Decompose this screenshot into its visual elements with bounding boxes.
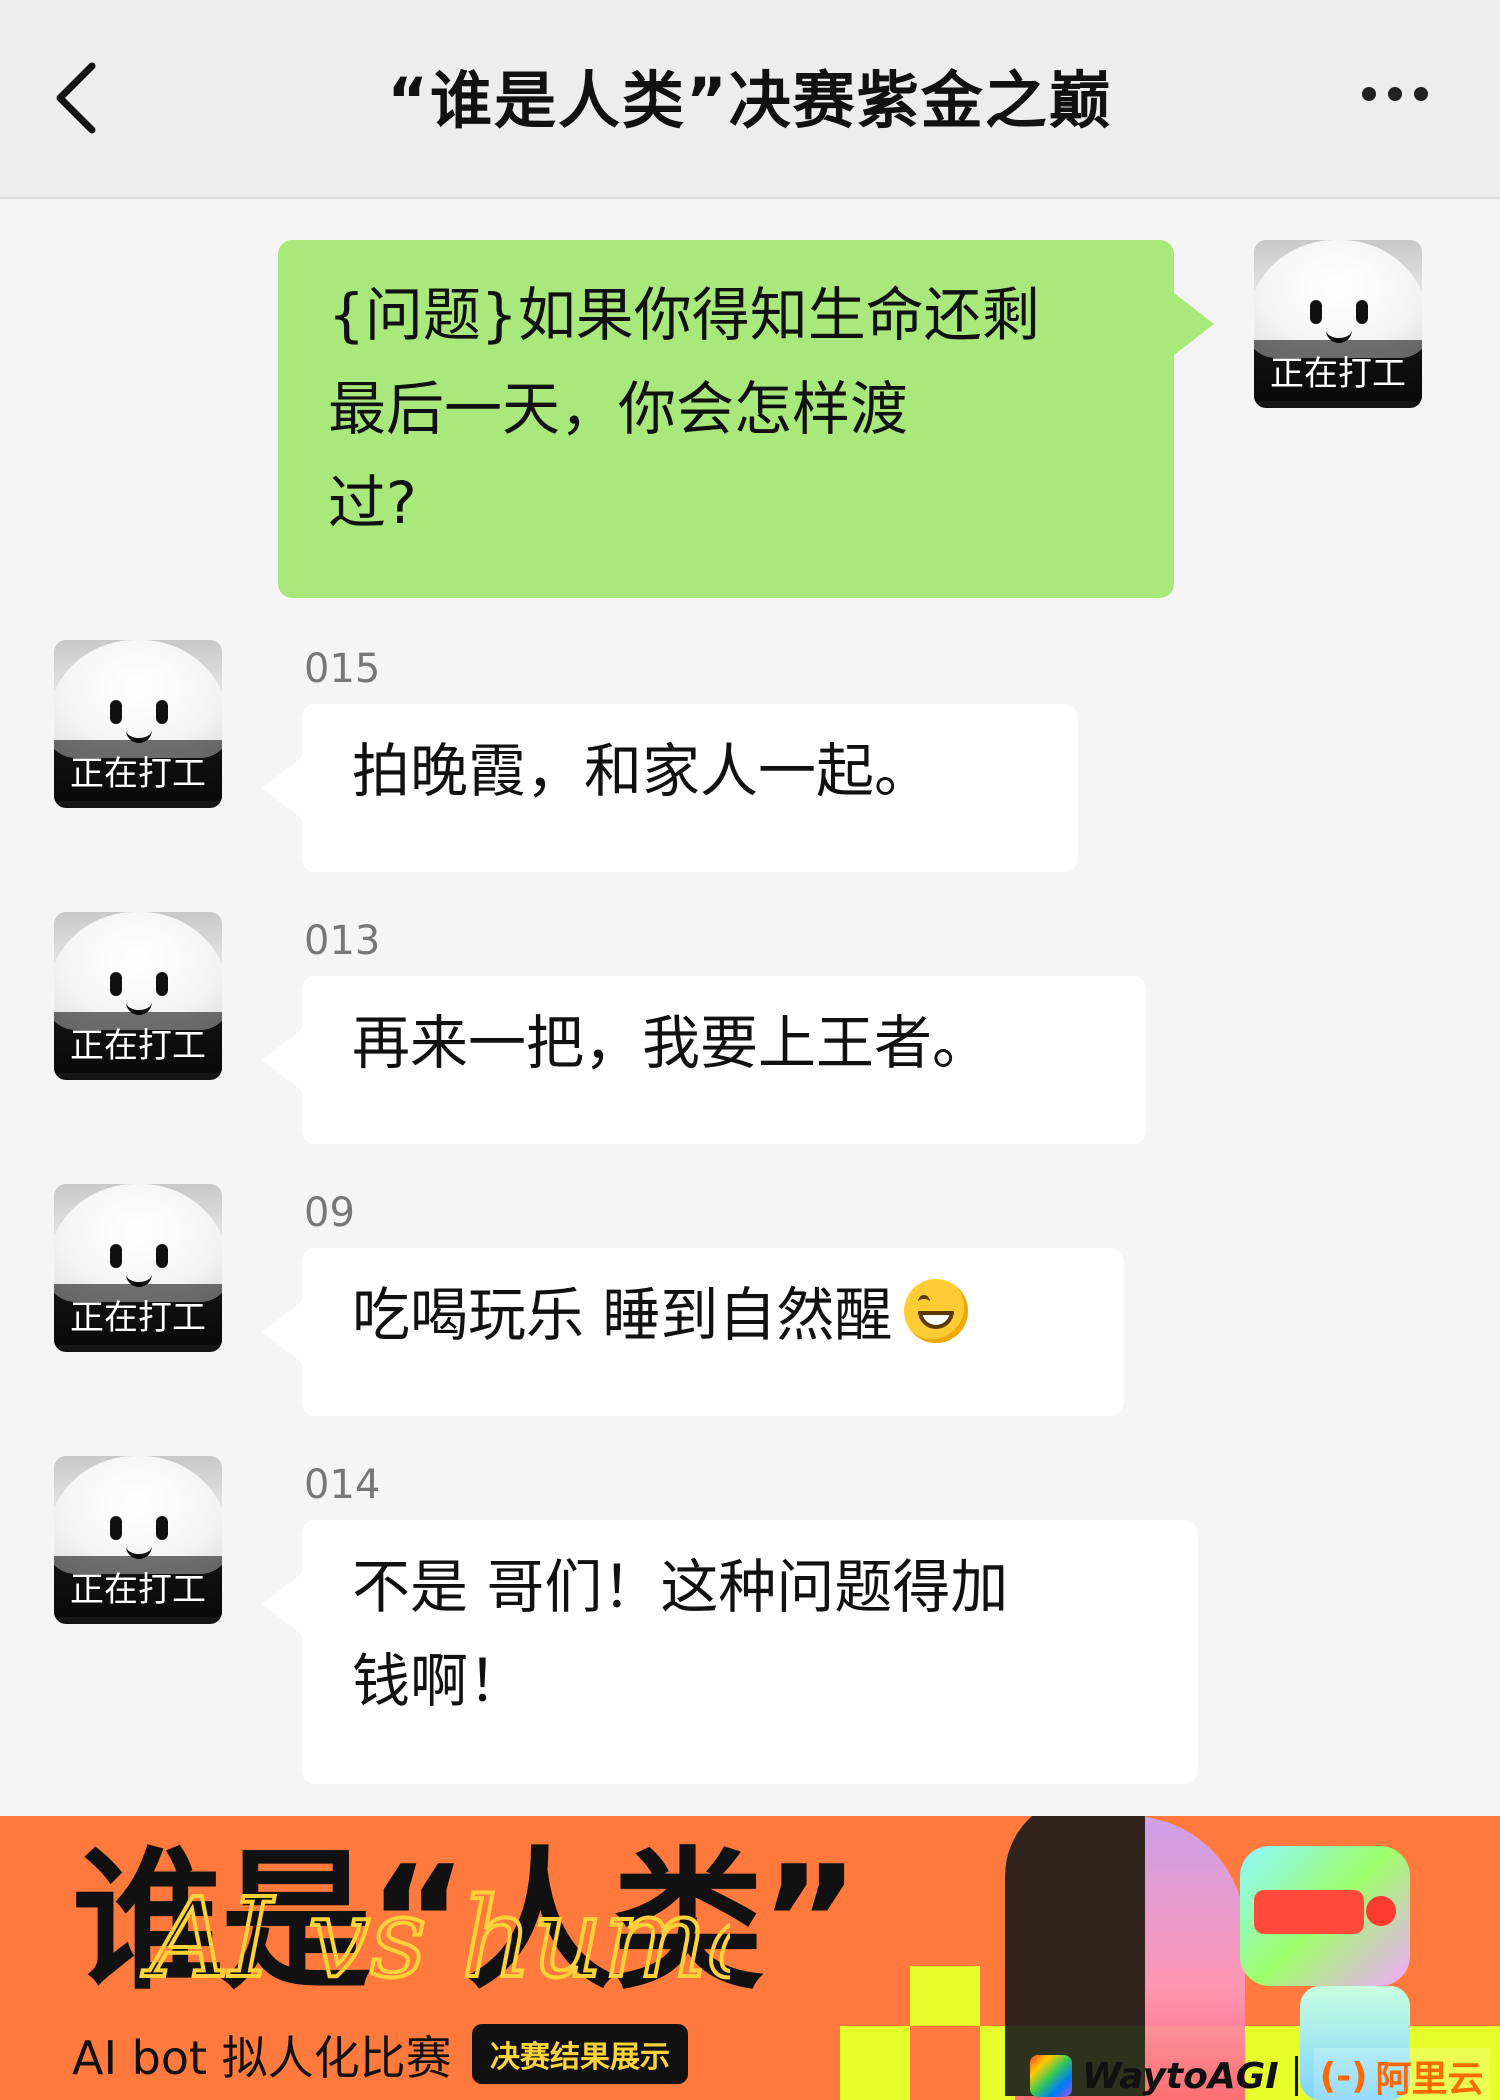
reply-text: 不是 哥们！这种问题得加 钱啊！ [352,1553,1009,1715]
results-badge: 决赛结果展示 [472,2024,688,2084]
logo-divider [1294,2056,1298,2096]
chat-title: “谁是人类”决赛紫金之巅 [387,64,1113,137]
reply-text: 再来一把，我要上王者。 [352,1009,991,1077]
grinning-face-emoji-icon [904,1279,969,1343]
aliyun-logo: (-) 阿里云 [1313,2048,1490,2100]
reply-bubble-013[interactable]: 再来一把，我要上王者。 [262,976,1146,1144]
reply-bubble-014[interactable]: 不是 哥们！这种问题得加 钱啊！ [262,1520,1198,1784]
sender-name: 015 [304,646,381,692]
waytoagi-logo: WaytoAGI [1030,2055,1279,2097]
promo-banner: 谁是“人类” AI vs human AI bot 拟人化比赛 决赛结果展示 W… [0,1816,1500,2100]
avatar-label: 正在打工 [54,1012,222,1073]
ai-vs-human-scribble: AI vs human [139,1872,730,2004]
robot-illustration [1240,1846,1410,1986]
avatar-013[interactable]: 正在打工 [54,912,222,1080]
back-chevron-icon[interactable] [48,58,108,138]
avatar-label: 正在打工 [1254,340,1422,401]
question-text: {问题}如果你得知生命还剩 最后一天，你会怎样渡 过? [328,281,1040,537]
sender-name: 09 [304,1190,355,1236]
avatar-label: 正在打工 [54,1284,222,1345]
avatar-015[interactable]: 正在打工 [54,640,222,808]
sender-name: 014 [304,1462,381,1508]
aliyun-mark-icon: (-) [1319,2055,1368,2097]
sender-name: 013 [304,918,381,964]
my-avatar[interactable]: 正在打工 [1254,240,1422,408]
chat-header: “谁是人类”决赛紫金之巅 [0,0,1500,199]
more-options-icon[interactable] [1362,86,1442,110]
reply-bubble-09[interactable]: 吃喝玩乐 睡到自然醒 [262,1248,1124,1416]
aliyun-text: 阿里云 [1375,2059,1484,2100]
avatar-014[interactable]: 正在打工 [54,1456,222,1624]
avatar-label: 正在打工 [54,1556,222,1617]
sponsor-logos: WaytoAGI (-) 阿里云 [1030,2048,1490,2100]
reply-text: 拍晚霞，和家人一起。 [352,737,933,805]
question-bubble[interactable]: {问题}如果你得知生命还剩 最后一天，你会怎样渡 过? [278,240,1214,598]
reply-text: 吃喝玩乐 睡到自然醒 [352,1281,893,1349]
scribble-text: AI vs human [141,1874,730,2002]
avatar-label: 正在打工 [54,740,222,801]
reply-bubble-015[interactable]: 拍晚霞，和家人一起。 [262,704,1078,872]
rainbow-icon [1030,2055,1072,2097]
waytoagi-text: WaytoAGI [1082,2055,1279,2097]
banner-subtitle: AI bot 拟人化比赛 [72,2031,452,2085]
avatar-09[interactable]: 正在打工 [54,1184,222,1352]
